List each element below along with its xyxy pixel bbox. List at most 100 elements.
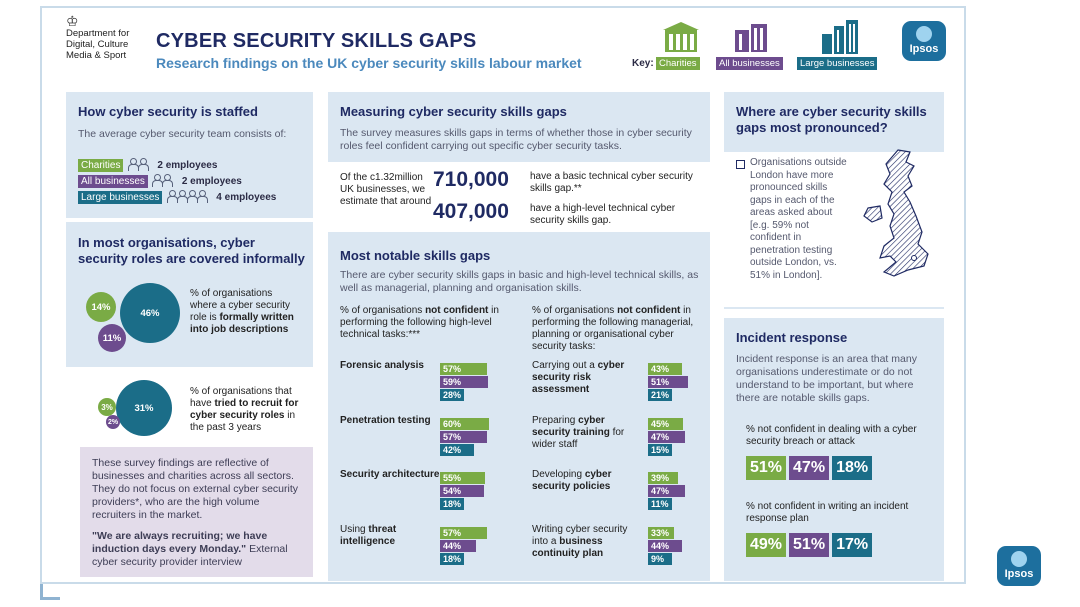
person-icon (152, 173, 164, 187)
stats-box: Of the c1.32million UK businesses, we es… (328, 162, 710, 232)
quote-text: "We are always recruiting; we have induc… (92, 530, 301, 569)
circle-charities-job: 14% (86, 292, 116, 322)
left-skill-bar: 60% (440, 418, 490, 430)
right-skill-bar: 45% (648, 418, 684, 430)
dcms-logo: ♔ Department for Digital, Culture Media … (66, 14, 150, 61)
left-skill-bar: 44% (440, 540, 477, 552)
staffed-row-large-businesses: Large businesses 4 employees (78, 187, 276, 205)
staffed-intro: The average cyber security team consists… (78, 128, 287, 140)
informal-title: In most organisations, cyber security ro… (78, 235, 305, 266)
incident-value-large: 18% (832, 456, 873, 480)
left-skill-bar: 57% (440, 431, 487, 443)
right-skill-label: Preparing cyber security training for wi… (532, 415, 632, 451)
left-header: % of organisations not confident in perf… (340, 305, 505, 341)
person-icon (162, 173, 174, 187)
page-title: CYBER SECURITY SKILLS GAPS (156, 30, 477, 52)
staffed-value: 4 employees (216, 192, 277, 203)
measuring-title: Measuring cyber security skills gaps (340, 104, 567, 119)
incident-value-large: 17% (832, 533, 873, 557)
left-skill-bar: 55% (440, 472, 486, 484)
right-header-a: % of organisations (532, 305, 618, 316)
incident-values-2: 49% 51% 17% (746, 533, 875, 557)
left-skill-bar: 54% (440, 485, 485, 497)
stats-lead: Of the c1.32million UK businesses, we es… (340, 172, 432, 207)
incident-q1: % not confident in dealing with a cyber … (746, 424, 917, 447)
person-icon (186, 189, 198, 203)
incident-value-all: 51% (789, 533, 830, 557)
left-skill-bar: 28% (440, 389, 464, 401)
stat-basic-text: have a basic technical cyber security sk… (530, 171, 693, 194)
right-skill-bar: 21% (648, 389, 672, 401)
key-charities: Charities (656, 57, 700, 70)
left-skill-label: Penetration testing (340, 415, 440, 427)
recruit-section: 31% 3% 2% % of organisations that have t… (66, 370, 313, 442)
left-skill-label: Using threat intelligence (340, 524, 440, 548)
large-businesses-building-icon (822, 20, 858, 54)
left-skill-label: Forensic analysis (340, 360, 440, 372)
right-header: % of organisations not confident in perf… (532, 305, 704, 353)
page-subtitle: Research findings on the UK cyber securi… (156, 55, 582, 71)
right-skill-label: Writing cyber security into a business c… (532, 524, 632, 560)
skill-label-a: Carrying out a (532, 360, 598, 371)
frame-corner (40, 584, 60, 600)
notable-panel: Most notable skills gaps There are cyber… (328, 238, 710, 581)
right-skill-bar: 39% (648, 472, 679, 484)
left-skill-bar: 18% (440, 498, 464, 510)
stat-high-value: 407,000 (433, 200, 509, 223)
circle-all-job: 11% (98, 324, 126, 352)
measuring-panel: Measuring cyber security skills gaps The… (328, 92, 710, 238)
skill-label-a: Preparing (532, 415, 579, 426)
staffed-value: 2 employees (181, 176, 242, 187)
staffed-title: How cyber security is staffed (78, 104, 258, 119)
note-text: These survey findings are reflective of … (92, 457, 299, 521)
incident-title: Incident response (736, 330, 848, 345)
person-icon (127, 157, 139, 171)
where-title: Where are cyber security skills gaps mos… (736, 104, 927, 135)
notable-intro: There are cyber security skills gaps in … (340, 269, 699, 294)
charities-building-icon (663, 22, 699, 52)
skill-label-b: Forensic analysis (340, 360, 424, 371)
measuring-intro: The survey measures skills gaps in terms… (340, 127, 692, 152)
right-skill-bar: 33% (648, 527, 674, 539)
person-icon (166, 189, 178, 203)
job-description-text: % of organisations where a cyber securit… (190, 288, 300, 336)
where-panel: Where are cyber security skills gaps mos… (724, 92, 944, 309)
incident-value-all: 47% (789, 456, 830, 480)
incident-panel: Incident response Incident response is a… (724, 318, 944, 581)
left-skill-bar: 59% (440, 376, 489, 388)
right-skill-bar: 47% (648, 431, 685, 443)
royal-crest-icon: ♔ (66, 13, 79, 29)
right-skill-label: Carrying out a cyber security risk asses… (532, 360, 632, 396)
skill-label-b: Penetration testing (340, 415, 431, 426)
incident-intro: Incident response is an area that many o… (736, 353, 917, 404)
staffed-panel: How cyber security is staffed The averag… (66, 92, 313, 218)
right-skill-bar: 51% (648, 376, 688, 388)
left-skill-bar: 57% (440, 527, 487, 539)
dept-line-3: Media & Sport (66, 50, 127, 61)
staffed-tag: Large businesses (78, 191, 163, 204)
incident-value-charities: 51% (746, 456, 787, 480)
ipsos-logo-footer: Ipsos (997, 546, 1041, 586)
person-icon (196, 189, 208, 203)
left-skill-bar: 57% (440, 363, 487, 375)
circle-charities-recruit: 3% (98, 398, 116, 416)
dept-line-1: Department for (66, 28, 130, 39)
skill-label-a: Using (340, 524, 369, 535)
note-panel: These survey findings are reflective of … (80, 447, 313, 577)
key-label: Key: (632, 58, 654, 69)
circle-large-job: 46% (120, 283, 180, 343)
left-header-b: not confident (425, 305, 489, 316)
ipsos-logo: Ipsos (902, 21, 946, 61)
right-skill-label: Developing cyber security policies (532, 469, 632, 493)
skill-label-a: Developing (532, 469, 585, 480)
london-marker (911, 255, 917, 261)
right-skill-bar: 11% (648, 498, 672, 510)
right-skill-bar: 9% (648, 553, 672, 565)
bullet-square-icon (736, 160, 745, 169)
left-skill-bar: 42% (440, 444, 475, 456)
stat-basic-value: 710,000 (433, 168, 509, 191)
right-skill-bar: 15% (648, 444, 672, 456)
right-skill-bar: 43% (648, 363, 682, 375)
right-skill-bar: 47% (648, 485, 685, 497)
circle-large-recruit: 31% (116, 380, 172, 436)
